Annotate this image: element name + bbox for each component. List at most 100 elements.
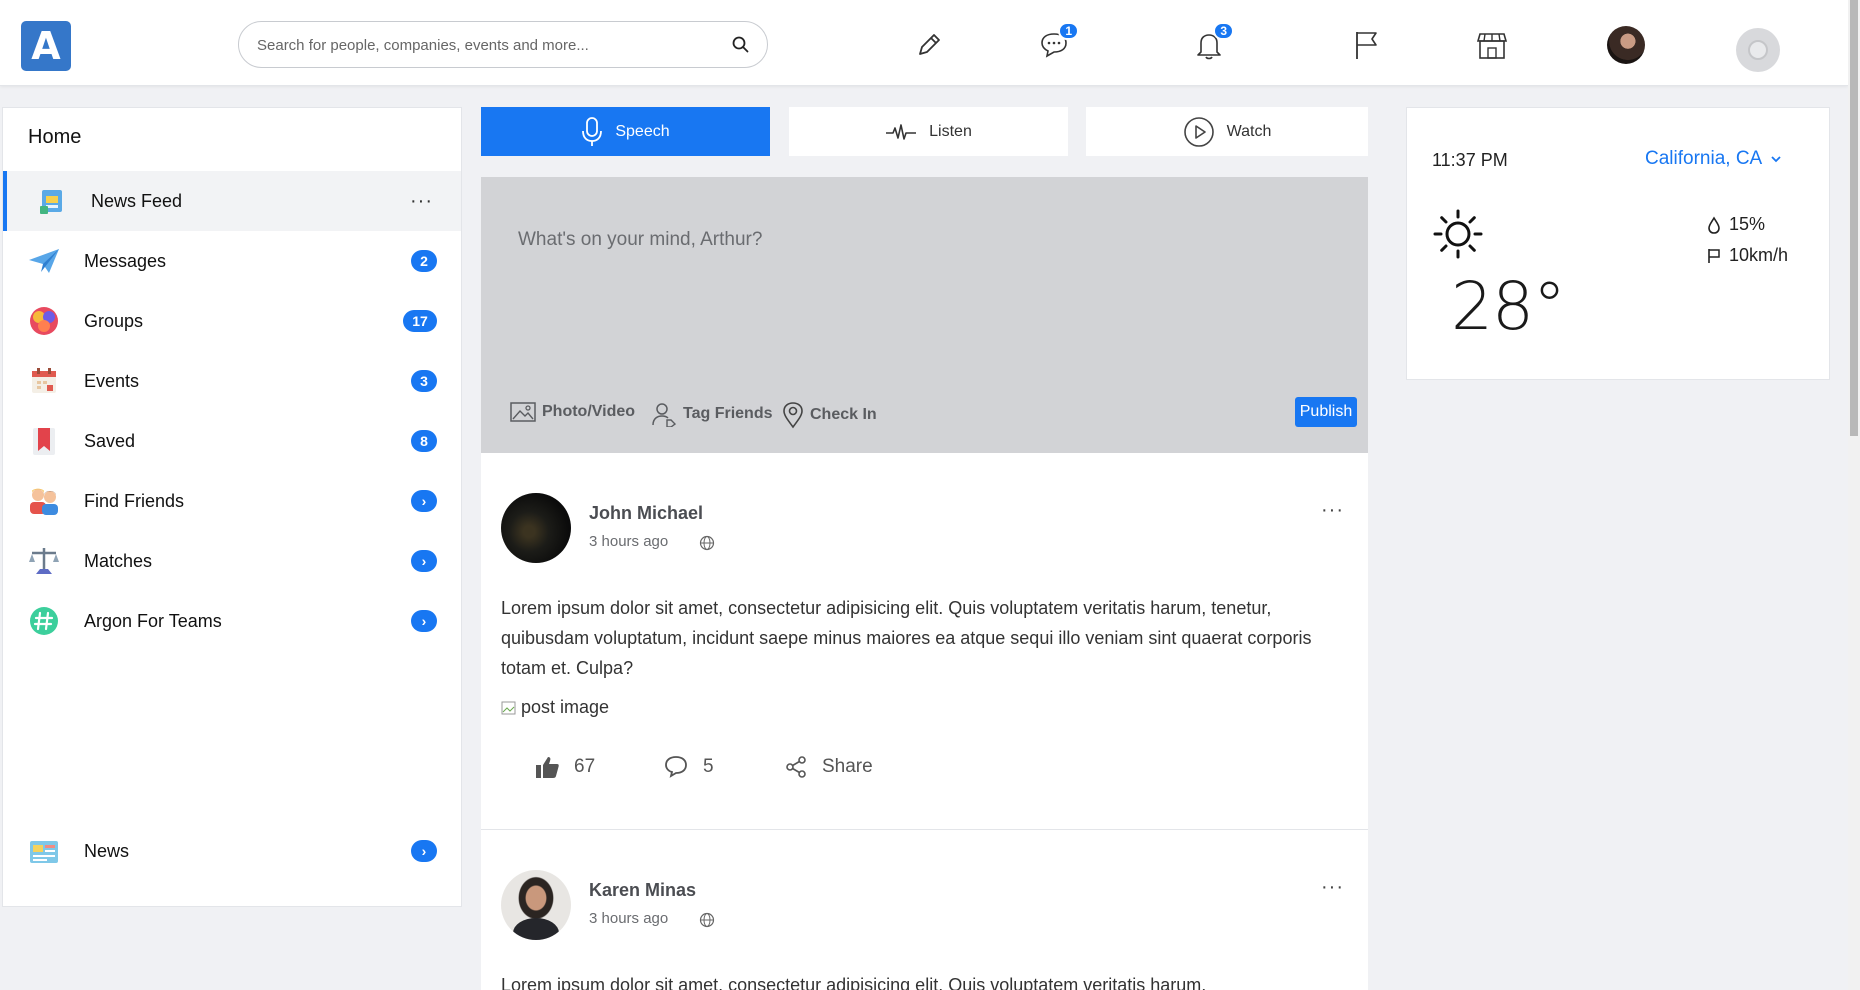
- news-chevron-button[interactable]: ›: [411, 840, 437, 862]
- newspaper-icon: [27, 834, 61, 868]
- user-avatar[interactable]: [1607, 26, 1645, 64]
- broken-image-icon: [501, 701, 516, 714]
- sidebar-item-label: News: [84, 840, 130, 861]
- post-body-text: Lorem ipsum dolor sit amet, consectetur …: [501, 975, 1207, 990]
- flag-icon: [1708, 248, 1720, 263]
- events-badge: 3: [411, 370, 437, 392]
- post-author-name[interactable]: John Michael: [589, 503, 703, 524]
- matches-chevron-button[interactable]: ›: [411, 550, 437, 572]
- messages-nav-button[interactable]: 1: [1037, 22, 1079, 62]
- sidebar-item-matches[interactable]: Matches ›: [3, 531, 461, 591]
- share-label: Share: [822, 756, 873, 777]
- post-author-avatar[interactable]: [501, 493, 571, 563]
- image-icon: [510, 402, 536, 422]
- toggle-knob-icon: [1748, 40, 1768, 60]
- comment-button[interactable]: 5: [663, 755, 714, 779]
- publish-button[interactable]: Publish: [1295, 397, 1357, 427]
- settings-toggle-button[interactable]: [1736, 28, 1780, 72]
- waveform-icon: [886, 123, 917, 140]
- store-icon: [1476, 33, 1508, 59]
- messages-badge: 2: [411, 250, 437, 272]
- search-icon[interactable]: [731, 35, 751, 55]
- post-image[interactable]: post image: [501, 697, 609, 718]
- tab-listen[interactable]: Listen: [789, 107, 1068, 156]
- sidebar-item-news-feed[interactable]: News Feed ···: [3, 171, 461, 231]
- post-body-text: Lorem ipsum dolor sit amet, consectetur …: [501, 598, 1312, 678]
- tag-friends-label: Tag Friends: [683, 405, 773, 422]
- tab-watch[interactable]: Watch: [1086, 107, 1368, 156]
- microphone-icon: [582, 116, 603, 146]
- comment-icon: [665, 756, 687, 778]
- argon-teams-chevron-button[interactable]: ›: [411, 610, 437, 632]
- tag-friends-button[interactable]: Tag Friends: [651, 401, 773, 427]
- bookmark-icon: [27, 424, 61, 458]
- check-in-button[interactable]: Check In: [782, 401, 877, 429]
- weather-time: 11:37 PM: [1432, 150, 1508, 170]
- find-friends-chevron-button[interactable]: ›: [411, 490, 437, 512]
- photo-video-button[interactable]: Photo/Video: [510, 401, 635, 423]
- thumbs-up-icon: [536, 757, 559, 778]
- tab-speech[interactable]: Speech: [481, 107, 770, 156]
- notifications-nav-button[interactable]: 3: [1192, 22, 1234, 62]
- weather-widget: 11:37 PM California, CA 28° 15% 10km/h: [1406, 107, 1830, 380]
- post-author-avatar[interactable]: [501, 870, 571, 940]
- sidebar-item-label: Argon For Teams: [84, 610, 222, 631]
- post-image-alt: post image: [521, 697, 610, 717]
- chevron-down-icon: [1771, 156, 1781, 163]
- comment-count: 5: [703, 756, 714, 777]
- sidebar-item-argon-for-teams[interactable]: Argon For Teams ›: [3, 591, 461, 651]
- post-author-name[interactable]: Karen Minas: [589, 880, 696, 901]
- sidebar-item-groups[interactable]: Groups 17: [3, 291, 461, 351]
- feed-post: Karen Minas 3 hours ago ··· Lorem ipsum …: [481, 830, 1368, 990]
- share-button[interactable]: Share: [784, 755, 873, 779]
- like-count: 67: [574, 756, 596, 777]
- droplet-icon: [1708, 215, 1720, 234]
- feed-post: John Michael 3 hours ago ··· Lorem ipsum…: [481, 453, 1368, 830]
- saved-badge: 8: [411, 430, 437, 452]
- news-feed-more-button[interactable]: ···: [410, 190, 433, 213]
- check-in-label: Check In: [810, 406, 877, 423]
- photo-video-label: Photo/Video: [542, 403, 636, 420]
- sidebar-item-label: Matches: [84, 550, 153, 571]
- location-dropdown[interactable]: California, CA: [1645, 148, 1782, 170]
- globe-icon: [699, 535, 715, 551]
- calendar-icon: [27, 364, 61, 398]
- paper-plane-icon: [27, 244, 61, 278]
- humidity-value: 15%: [1729, 214, 1766, 234]
- news-feed-icon: [35, 184, 69, 218]
- sidebar-item-news[interactable]: News ›: [3, 821, 461, 881]
- scrollbar-thumb[interactable]: [1850, 0, 1858, 436]
- wind-value: 10km/h: [1729, 245, 1789, 265]
- share-icon: [786, 756, 806, 778]
- post-more-button[interactable]: ···: [1321, 499, 1344, 522]
- compose-nav-button[interactable]: [912, 28, 946, 62]
- tab-listen-label: Listen: [929, 122, 972, 140]
- left-sidebar: Home News Feed ··· Messages 2 Groups 17 …: [2, 107, 462, 907]
- post-text-input[interactable]: [518, 229, 1318, 329]
- sidebar-item-label: Saved: [84, 430, 136, 451]
- groups-badge: 17: [403, 310, 437, 332]
- search-bar[interactable]: [238, 21, 768, 68]
- wind-stat: 10km/h: [1707, 245, 1788, 266]
- sidebar-item-saved[interactable]: Saved 8: [3, 411, 461, 471]
- post-more-button[interactable]: ···: [1321, 876, 1344, 899]
- sidebar-item-messages[interactable]: Messages 2: [3, 231, 461, 291]
- search-input[interactable]: [257, 32, 717, 58]
- like-button[interactable]: 67: [534, 755, 595, 779]
- sidebar-item-find-friends[interactable]: Find Friends ›: [3, 471, 461, 531]
- sidebar-item-label: Find Friends: [84, 490, 185, 511]
- page-scrollbar[interactable]: [1848, 0, 1860, 990]
- app-logo[interactable]: A: [21, 21, 71, 71]
- scales-icon: [27, 544, 61, 578]
- marketplace-nav-button[interactable]: [1475, 28, 1509, 62]
- top-bar: A 1 3: [0, 0, 1848, 86]
- messages-count-badge: 1: [1058, 22, 1079, 40]
- post-timestamp[interactable]: 3 hours ago: [589, 910, 668, 927]
- post-timestamp[interactable]: 3 hours ago: [589, 533, 668, 550]
- pencil-icon: [919, 34, 940, 55]
- sidebar-item-events[interactable]: Events 3: [3, 351, 461, 411]
- sidebar-item-label: Groups: [84, 310, 144, 331]
- globe-icon: [699, 912, 715, 928]
- humidity-stat: 15%: [1707, 214, 1765, 235]
- pages-nav-button[interactable]: [1349, 28, 1383, 62]
